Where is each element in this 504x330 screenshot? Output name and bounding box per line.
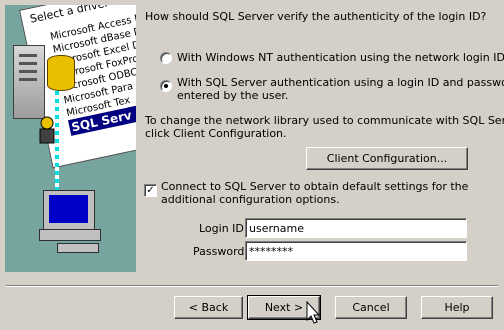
mouse-cursor-icon [306,301,320,324]
back-button[interactable]: < Back [174,296,243,319]
radio-nt-auth[interactable] [160,52,172,64]
radio-sql-auth-label[interactable]: With SQL Server authentication using a l… [177,76,504,89]
client-configuration-button[interactable]: Client Configuration... [306,147,468,170]
database-icon [47,55,75,91]
login-id-label: Login ID: [199,222,248,235]
cancel-button[interactable]: Cancel [335,296,407,319]
connect-checkbox-label[interactable]: Connect to SQL Server to obtain default … [161,180,468,193]
computer-icon [43,190,95,230]
help-button[interactable]: Help [421,296,493,319]
keyboard-graphic [57,243,99,253]
radio-sql-auth[interactable] [160,80,172,92]
radio-nt-auth-label[interactable]: With Windows NT authentication using the… [177,51,504,64]
wizard-illustration: Select a driver fo Microsoft Access D Mi… [5,5,136,272]
server-icon [13,45,45,119]
connect-checkbox[interactable]: ✓ [144,184,157,197]
computer-base-graphic [39,229,101,241]
radio-sql-auth-label-line2[interactable]: entered by the user. [177,89,288,102]
login-id-input[interactable] [245,218,467,238]
connect-checkbox-label-line2[interactable]: additional configuration options. [161,193,340,206]
password-label: Password: [193,245,249,258]
auth-question: How should SQL Server verify the authent… [145,10,487,23]
password-input[interactable] [245,241,467,261]
footer-separator [6,285,498,287]
network-note-line2: click Client Configuration. [145,127,287,140]
user-icon [39,116,55,144]
network-note: To change the network library used to co… [145,114,504,127]
